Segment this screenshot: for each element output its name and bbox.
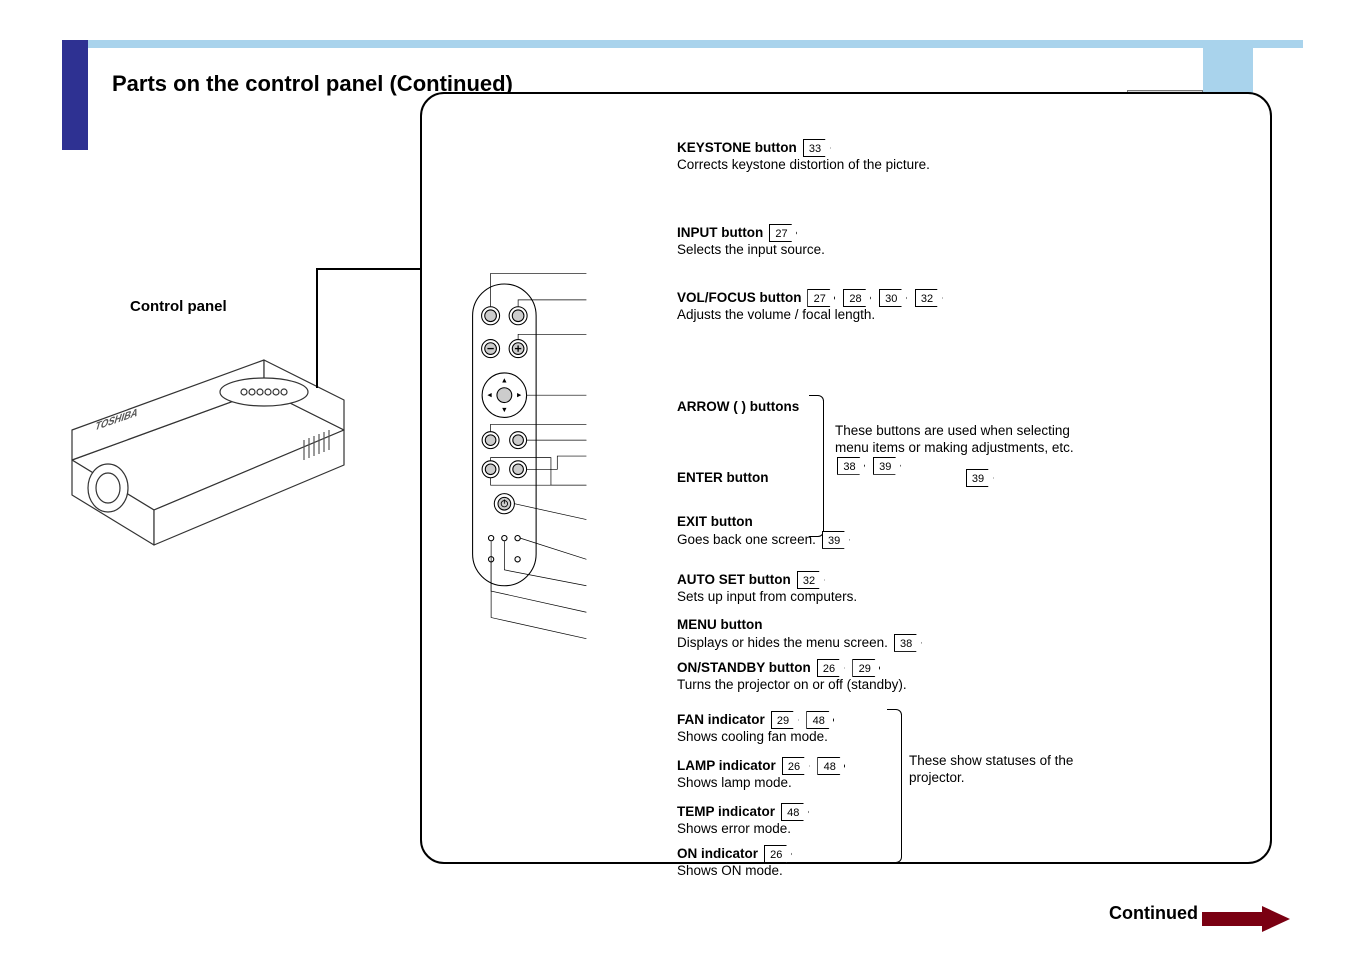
pageref-icon: 32 xyxy=(797,571,825,589)
continued-arrow-icon xyxy=(1202,904,1292,934)
volfocus-button-label: VOL/FOCUS button xyxy=(677,290,801,305)
onstandby-desc: Turns the projector on or off (standby). xyxy=(677,677,907,692)
pageref-icon: 30 xyxy=(879,289,907,307)
pageref-icon: 26 xyxy=(782,757,810,775)
header-accent xyxy=(62,40,88,150)
input-desc: Selects the input source. xyxy=(677,242,825,257)
leader-line xyxy=(316,268,420,270)
brace-indicators xyxy=(887,709,902,863)
pageref-icon: 38 xyxy=(894,634,922,652)
exit-desc: Goes back one screen. xyxy=(677,532,816,547)
exit-button-label: EXIT button xyxy=(677,514,753,529)
lamp-indicator-label: LAMP indicator xyxy=(677,758,776,773)
enter-button-label: ENTER button xyxy=(677,470,768,485)
menu-desc: Displays or hides the menu screen. xyxy=(677,635,888,650)
pageref-icon: 48 xyxy=(781,803,809,821)
autoset-desc: Sets up input from computers. xyxy=(677,589,857,604)
arrow-bracket-desc: These buttons are used when selecting me… xyxy=(835,423,1074,455)
on-indicator-desc: Shows ON mode. xyxy=(677,863,783,878)
pageref-icon: 29 xyxy=(852,659,880,677)
pageref-icon: 32 xyxy=(915,289,943,307)
autoset-button-label: AUTO SET button xyxy=(677,572,791,587)
volfocus-desc: Adjusts the volume / focal length. xyxy=(677,307,875,322)
continued-label: Continued xyxy=(1109,903,1198,924)
pageref-icon: 39 xyxy=(822,531,850,549)
leader-line xyxy=(316,268,318,388)
control-panel-heading: Control panel xyxy=(130,298,227,315)
keystone-desc: Corrects keystone distortion of the pict… xyxy=(677,157,930,172)
pageref-icon: 48 xyxy=(817,757,845,775)
pageref-icon: 28 xyxy=(843,289,871,307)
pageref-icon: 48 xyxy=(806,711,834,729)
pageref-icon: 33 xyxy=(803,139,831,157)
projector-illustration: TOSHIBA xyxy=(64,320,354,560)
on-indicator-label: ON indicator xyxy=(677,846,758,861)
pageref-icon: 29 xyxy=(771,711,799,729)
onstandby-button-label: ON/STANDBY button xyxy=(677,660,811,675)
control-panel-diagram: KEYSTONE button 33 Corrects keystone dis… xyxy=(420,92,1272,864)
pageref-icon: 27 xyxy=(769,224,797,242)
pageref-icon: 26 xyxy=(764,845,792,863)
arrow-buttons-label: ARROW ( ) buttons xyxy=(677,399,799,414)
input-button-label: INPUT button xyxy=(677,225,763,240)
temp-indicator-desc: Shows error mode. xyxy=(677,821,791,836)
pageref-icon: 26 xyxy=(817,659,845,677)
lamp-indicator-desc: Shows lamp mode. xyxy=(677,775,792,790)
fan-indicator-desc: Shows cooling fan mode. xyxy=(677,729,828,744)
header-stripe xyxy=(88,40,1303,48)
pageref-icon: 27 xyxy=(807,289,835,307)
pageref-icon: 39 xyxy=(966,469,994,487)
control-panel-svg xyxy=(462,154,642,774)
menu-button-label: MENU button xyxy=(677,617,762,632)
keystone-button-label: KEYSTONE button xyxy=(677,140,797,155)
fan-indicator-label: FAN indicator xyxy=(677,712,765,727)
temp-indicator-label: TEMP indicator xyxy=(677,804,775,819)
indicators-group-desc: These show statuses of the projector. xyxy=(909,753,1073,785)
